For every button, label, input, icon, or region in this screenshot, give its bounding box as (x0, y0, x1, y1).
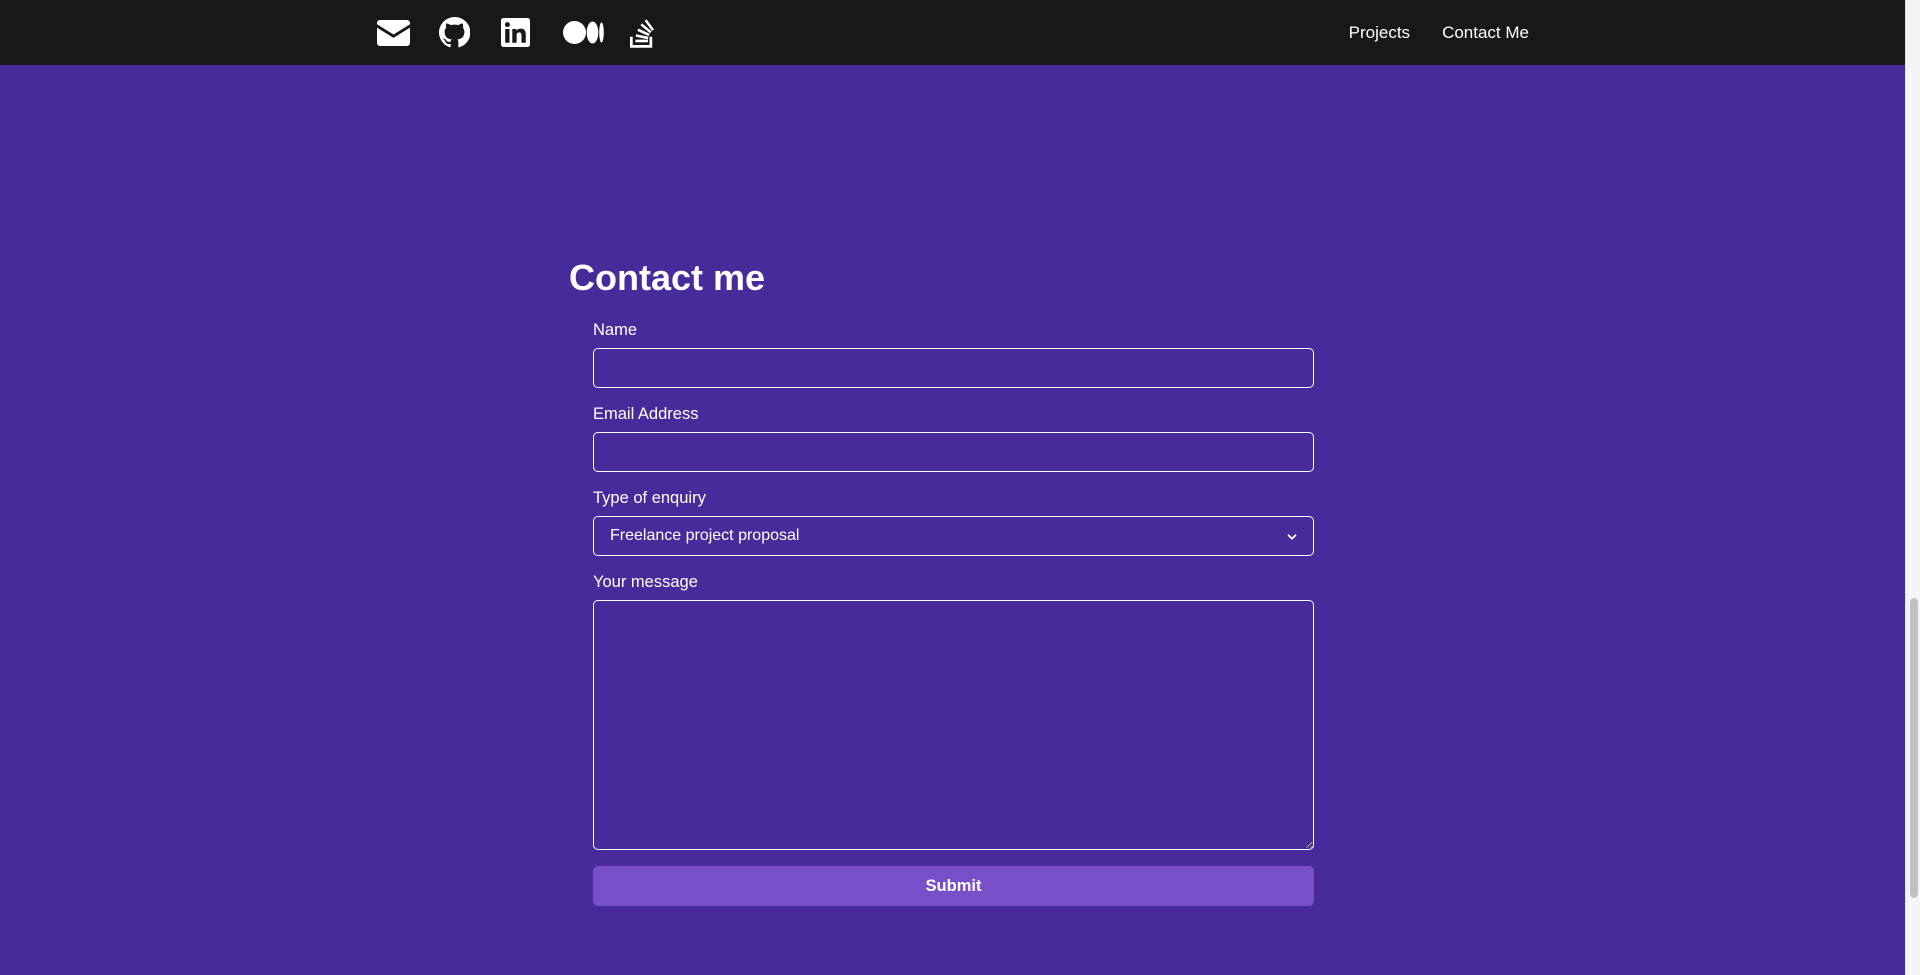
email-input[interactable] (593, 432, 1314, 472)
scrollbar[interactable] (1905, 0, 1920, 975)
page: Projects Contact Me Contact me Name Emai… (0, 0, 1920, 975)
envelope-icon[interactable] (376, 0, 410, 65)
nav-links: Projects Contact Me (1349, 0, 1529, 65)
medium-icon[interactable] (562, 0, 604, 65)
name-field-group: Name (593, 320, 1314, 388)
name-label: Name (593, 321, 638, 339)
enquiry-select[interactable]: Freelance project proposal (593, 516, 1314, 556)
page-title: Contact me (569, 257, 766, 298)
social-links (376, 0, 656, 65)
nav-link-contact-me[interactable]: Contact Me (1442, 23, 1529, 43)
message-field-group: Your message (593, 572, 1314, 850)
email-field-group: Email Address (593, 404, 1314, 472)
top-navbar: Projects Contact Me (0, 0, 1905, 65)
contact-form: Name Email Address Type of enquiry Freel… (593, 320, 1314, 906)
contact-section: Contact me Name Email Address Type of en… (569, 248, 1314, 906)
message-textarea[interactable] (593, 600, 1314, 850)
stack-overflow-icon[interactable] (628, 0, 656, 65)
name-input[interactable] (593, 348, 1314, 388)
scrollbar-thumb[interactable] (1910, 598, 1918, 898)
enquiry-label: Type of enquiry (593, 489, 706, 507)
nav-link-projects[interactable]: Projects (1349, 23, 1410, 43)
message-label: Your message (593, 573, 698, 591)
submit-button[interactable]: Submit (593, 866, 1314, 906)
chevron-down-icon (1287, 534, 1297, 540)
github-icon[interactable] (438, 0, 470, 65)
linkedin-icon[interactable] (500, 0, 530, 65)
enquiry-selected-value: Freelance project proposal (610, 527, 800, 544)
email-label: Email Address (593, 405, 699, 423)
enquiry-field-group: Type of enquiry Freelance project propos… (593, 488, 1314, 556)
